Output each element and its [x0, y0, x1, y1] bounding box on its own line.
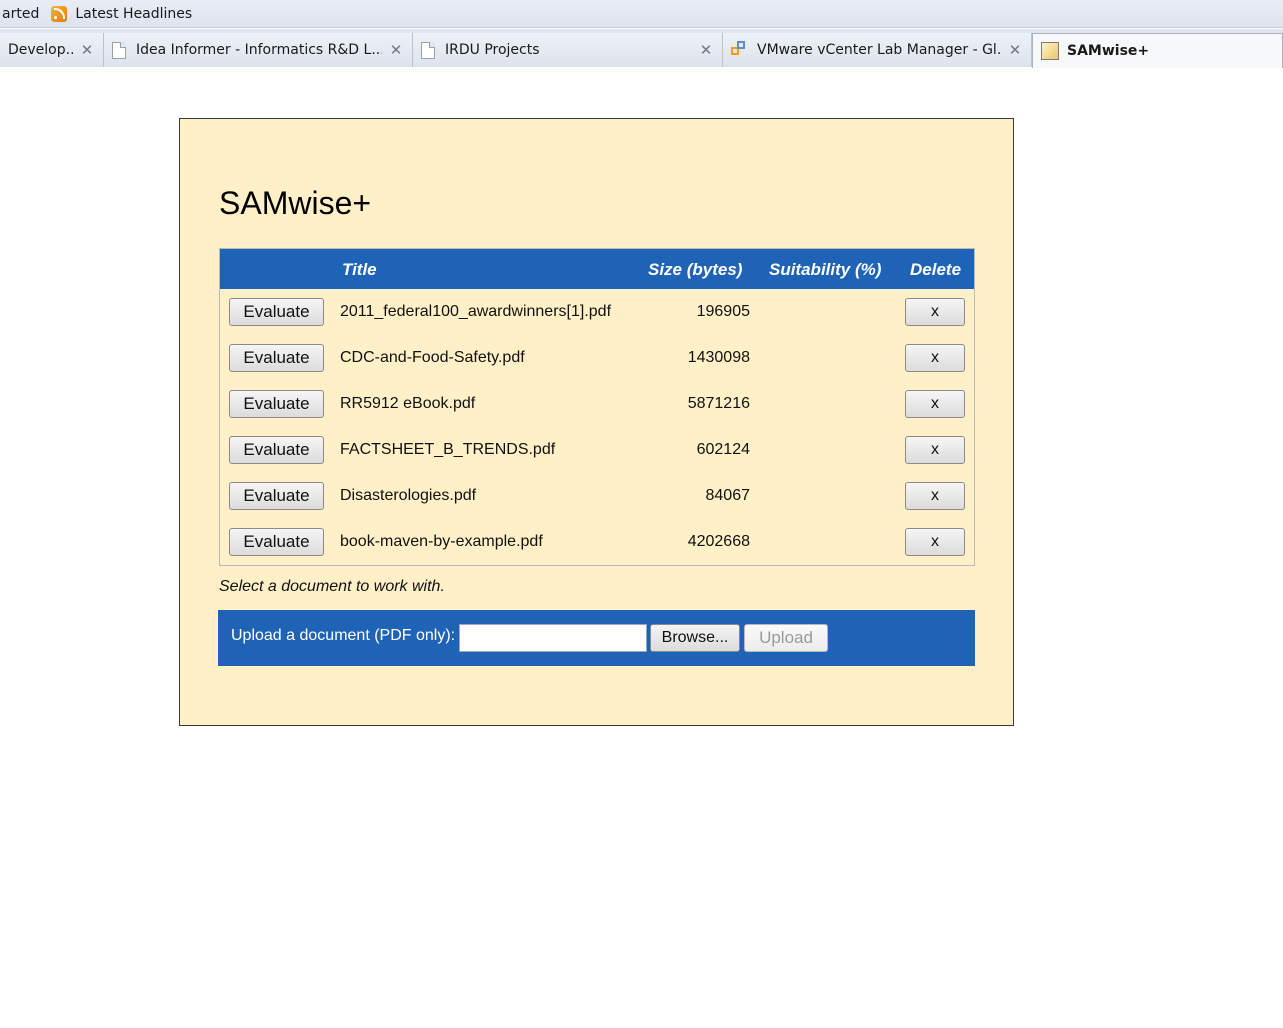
column-header-delete: Delete — [910, 260, 962, 279]
bookmark-label: arted — [2, 5, 40, 22]
delete-button[interactable]: x — [905, 298, 965, 326]
upload-label: Upload a document (PDF only): — [231, 627, 456, 644]
tab-label: VMware vCenter Lab Manager - Gl... — [757, 42, 1001, 58]
document-title: 2011_federal100_awardwinners[1].pdf — [340, 303, 612, 320]
table-row: Evaluate Disasterologies.pdf 84067 x — [220, 473, 974, 519]
close-tab-icon[interactable]: ✕ — [698, 41, 714, 59]
column-header-suitability: Suitability (%) — [769, 260, 882, 279]
tab-irdu-projects[interactable]: IRDU Projects ✕ — [413, 33, 723, 67]
documents-table: Title Size (bytes) Suitability (%) Delet… — [219, 248, 975, 566]
bookmarks-toolbar: arted Latest Headlines — [0, 0, 1283, 28]
tab-label: IRDU Projects — [445, 42, 540, 58]
tab-label: Idea Informer - Informatics R&D L... — [136, 42, 382, 58]
document-title: Disasterologies.pdf — [340, 487, 477, 504]
bookmark-latest-headlines[interactable]: Latest Headlines — [47, 0, 196, 28]
document-size: 196905 — [696, 303, 750, 320]
evaluate-button[interactable]: Evaluate — [229, 298, 324, 326]
table-row: Evaluate RR5912 eBook.pdf 5871216 x — [220, 381, 974, 427]
evaluate-button[interactable]: Evaluate — [229, 436, 324, 464]
delete-button[interactable]: x — [905, 344, 965, 372]
evaluate-button[interactable]: Evaluate — [229, 482, 324, 510]
document-size: 1430098 — [687, 349, 750, 366]
delete-button[interactable]: x — [905, 482, 965, 510]
document-title: CDC-and-Food-Safety.pdf — [340, 349, 525, 366]
rss-feed-icon — [51, 5, 68, 22]
evaluate-button[interactable]: Evaluate — [229, 528, 324, 556]
tab-idea-informer[interactable]: Idea Informer - Informatics R&D L... ✕ — [104, 33, 413, 67]
table-row: Evaluate 2011_federal100_awardwinners[1]… — [220, 289, 974, 335]
samwise-icon — [1041, 42, 1059, 60]
document-title: book-maven-by-example.pdf — [340, 533, 543, 550]
page-title: SAMwise+ — [219, 185, 372, 221]
browser-tab-strip: Develop... ✕ Idea Informer - Informatics… — [0, 29, 1283, 68]
helper-text: Select a document to work with. — [219, 578, 445, 595]
evaluate-button[interactable]: Evaluate — [229, 344, 324, 372]
upload-bar: Upload a document (PDF only): Browse... … — [218, 610, 975, 666]
tab-label: SAMwise+ — [1067, 43, 1150, 59]
table-header: Title Size (bytes) Suitability (%) Delet… — [220, 249, 974, 289]
document-size: 5871216 — [687, 395, 750, 412]
samwise-panel: SAMwise+ Title Size (bytes) Suitability … — [179, 118, 1014, 726]
close-tab-icon[interactable]: ✕ — [79, 41, 95, 59]
column-header-size: Size (bytes) — [648, 260, 743, 279]
table-row: Evaluate FACTSHEET_B_TRENDS.pdf 602124 x — [220, 427, 974, 473]
close-tab-icon[interactable]: ✕ — [1007, 41, 1023, 59]
document-title: RR5912 eBook.pdf — [340, 395, 476, 412]
document-size: 84067 — [705, 487, 751, 504]
page-icon — [421, 41, 435, 59]
bookmark-getting-started[interactable]: arted — [0, 0, 47, 28]
evaluate-button[interactable]: Evaluate — [229, 390, 324, 418]
upload-button[interactable]: Upload — [744, 624, 828, 652]
delete-button[interactable]: x — [905, 436, 965, 464]
vmware-icon — [731, 41, 749, 59]
document-size: 602124 — [696, 441, 750, 458]
tab-vmware-lab-manager[interactable]: VMware vCenter Lab Manager - Gl... ✕ — [723, 33, 1032, 67]
table-row: Evaluate book-maven-by-example.pdf 42026… — [220, 519, 974, 565]
bookmark-label: Latest Headlines — [75, 5, 193, 22]
tab-develop[interactable]: Develop... ✕ — [0, 33, 104, 67]
file-path-input[interactable] — [459, 624, 647, 652]
tab-label: Develop... — [8, 42, 73, 58]
table-row: Evaluate CDC-and-Food-Safety.pdf 1430098… — [220, 335, 974, 381]
browse-button[interactable]: Browse... — [650, 624, 740, 652]
column-header-title: Title — [342, 260, 377, 279]
delete-button[interactable]: x — [905, 528, 965, 556]
tab-samwise[interactable]: SAMwise+ — [1032, 33, 1283, 68]
delete-button[interactable]: x — [905, 390, 965, 418]
document-title: FACTSHEET_B_TRENDS.pdf — [340, 441, 556, 458]
close-tab-icon[interactable]: ✕ — [388, 41, 404, 59]
page-icon — [112, 41, 126, 59]
document-size: 4202668 — [687, 533, 750, 550]
